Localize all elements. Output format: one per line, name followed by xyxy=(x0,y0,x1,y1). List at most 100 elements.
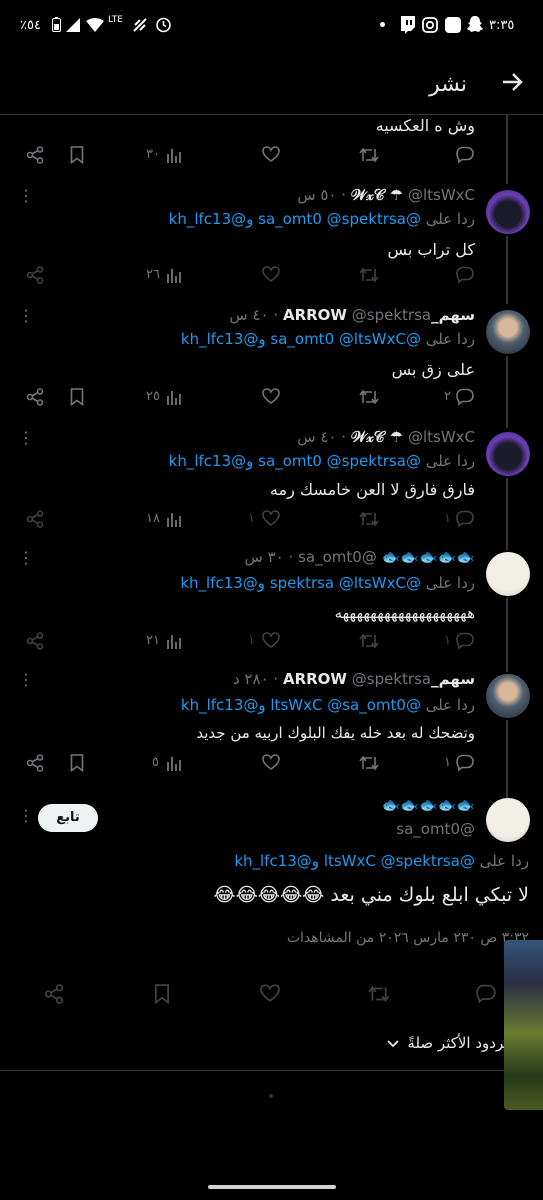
post-text: وش ه العكسيه xyxy=(375,116,475,135)
action-bar: ٢١ ١ ١ xyxy=(0,632,543,656)
avatar[interactable] xyxy=(486,798,530,842)
app-icon xyxy=(445,17,461,33)
reply-tweet[interactable]: ⋮ 𝒲𝓍𝒞 ☂ @ltsWxC · ٤٠ س ردا على @sa_omt0 … xyxy=(0,428,543,538)
like-count: ١ xyxy=(248,511,255,526)
like-icon[interactable] xyxy=(262,266,280,282)
reply-tweet[interactable]: ⋮ سهم_ARROW @spektrsa · ٤٠ س ردا على @sa… xyxy=(0,306,543,416)
action-bar: ٣٠ xyxy=(0,146,543,170)
mention-link[interactable]: @sa_omt0 @ltsWxC و@kh_lfc13 xyxy=(181,330,421,348)
instagram-icon xyxy=(422,17,438,33)
views-icon[interactable] xyxy=(166,146,182,164)
share-icon[interactable] xyxy=(26,632,44,650)
like-icon[interactable] xyxy=(262,146,280,162)
share-icon[interactable] xyxy=(26,266,44,284)
mention-link[interactable]: @sa_omt0 @spektrsa و@kh_lfc13 xyxy=(169,452,421,470)
more-options-icon[interactable]: ⋮ xyxy=(18,306,34,325)
like-icon[interactable] xyxy=(260,984,280,1002)
reply-icon[interactable] xyxy=(456,388,474,406)
views-icon[interactable] xyxy=(166,266,182,284)
display-name[interactable]: 𝒲𝓍𝒞 ☂ xyxy=(351,186,403,204)
share-icon[interactable] xyxy=(26,388,44,406)
more-options-icon[interactable]: ⋮ xyxy=(18,428,34,447)
handle[interactable]: @ltsWxC xyxy=(408,428,475,446)
picture-in-picture-video[interactable] xyxy=(504,940,543,1110)
reply-tweet[interactable]: ⋮ 🐟🐟🐟🐟🐟 @sa_omt0 · ٣٠ س ردا على @spektrs… xyxy=(0,548,543,658)
mention-link[interactable]: @ltsWxC @spektrsa و@kh_lfc13 xyxy=(234,852,475,870)
retweet-icon[interactable] xyxy=(368,984,390,1004)
retweet-icon[interactable] xyxy=(359,388,379,406)
header-divider xyxy=(0,114,543,115)
avatar[interactable] xyxy=(486,190,530,234)
reply-icon[interactable] xyxy=(456,146,474,164)
more-options-icon[interactable]: ⋮ xyxy=(18,670,34,689)
share-icon[interactable] xyxy=(26,754,44,772)
reply-icon[interactable] xyxy=(456,632,474,650)
avatar[interactable] xyxy=(486,674,530,718)
reply-icon[interactable] xyxy=(456,510,474,528)
retweet-icon[interactable] xyxy=(359,754,379,772)
author-line: 𝒲𝓍𝒞 ☂ @ltsWxC · ٤٠ س xyxy=(297,428,475,446)
display-name[interactable]: 🐟🐟🐟🐟🐟 xyxy=(382,548,475,566)
like-icon[interactable] xyxy=(262,388,280,404)
reply-prefix: ردا على xyxy=(425,574,475,592)
twitch-icon xyxy=(399,16,415,34)
avatar[interactable] xyxy=(486,432,530,476)
display-name[interactable]: 𝒲𝓍𝒞 ☂ xyxy=(351,428,403,446)
retweet-icon[interactable] xyxy=(359,266,379,284)
views-icon[interactable] xyxy=(166,632,182,650)
more-options-icon[interactable]: ⋮ xyxy=(18,186,34,205)
sort-replies-dropdown[interactable]: الردود الأكثر صلةً xyxy=(387,1034,513,1052)
handle[interactable]: @sa_omt0 xyxy=(396,820,475,838)
follow-button[interactable]: تابع xyxy=(38,804,98,832)
handle[interactable]: @spektrsa xyxy=(352,670,431,688)
retweet-icon[interactable] xyxy=(359,146,379,164)
mention-link[interactable]: @ltsWxC @sa_omt0 و@kh_lfc13 xyxy=(181,696,421,714)
bookmark-icon[interactable] xyxy=(154,984,170,1004)
views-icon[interactable] xyxy=(166,754,182,772)
mention-link[interactable]: @spektrsa @ltsWxC و@kh_lfc13 xyxy=(180,574,421,592)
reply-count: ١ xyxy=(444,755,451,770)
reply-icon[interactable] xyxy=(456,266,474,284)
battery-percent: ٪٥٤ xyxy=(20,18,41,33)
views-count: ٣٠ xyxy=(146,147,160,162)
views-count: ٢١ xyxy=(146,633,160,648)
more-options-icon[interactable]: ⋮ xyxy=(18,806,34,825)
retweet-icon[interactable] xyxy=(359,510,379,528)
focus-action-bar xyxy=(0,984,543,1008)
avatar[interactable] xyxy=(486,310,530,354)
bookmark-icon[interactable] xyxy=(70,146,84,164)
share-icon[interactable] xyxy=(44,984,64,1004)
reply-icon[interactable] xyxy=(456,754,474,772)
handle[interactable]: @ltsWxC xyxy=(408,186,475,204)
like-icon[interactable] xyxy=(262,510,280,526)
more-options-icon[interactable]: ⋮ xyxy=(18,548,34,567)
wifi-icon xyxy=(86,18,104,32)
action-bar: ١٨ ١ ١ xyxy=(0,510,543,534)
reply-icon[interactable] xyxy=(476,984,496,1004)
bookmark-icon[interactable] xyxy=(70,754,84,772)
share-icon[interactable] xyxy=(26,146,44,164)
action-bar: ٢٥ ٢ xyxy=(0,388,543,412)
handle[interactable]: @sa_omt0 xyxy=(298,548,377,566)
views-icon[interactable] xyxy=(166,510,182,528)
mention-link[interactable]: @sa_omt0 @spektrsa و@kh_lfc13 xyxy=(169,210,421,228)
share-icon[interactable] xyxy=(26,510,44,528)
retweet-icon[interactable] xyxy=(359,632,379,650)
avatar[interactable] xyxy=(486,552,530,596)
timestamp: ٤٠ س xyxy=(297,428,337,446)
back-arrow-icon[interactable] xyxy=(501,71,523,93)
home-indicator[interactable] xyxy=(208,1185,336,1189)
bookmark-icon[interactable] xyxy=(70,388,84,406)
reply-tweet[interactable]: ⋮ سهم_ARROW @spektrsa · ٢٨٠ د ردا على @l… xyxy=(0,670,543,780)
alarm-icon xyxy=(155,16,172,33)
like-icon[interactable] xyxy=(262,754,280,770)
post-timestamp: ٣:٣٢ ص ٢٣٠ مارس ٢٠٢٦ من المشاهدات xyxy=(286,930,529,946)
reply-tweet[interactable]: ⋮ 𝒲𝓍𝒞 ☂ @ltsWxC · ٥٠ س ردا على @sa_omt0 … xyxy=(0,186,543,296)
display-name[interactable]: 🐟🐟🐟🐟🐟 xyxy=(382,796,475,814)
views-count: ٥ xyxy=(152,755,159,770)
like-icon[interactable] xyxy=(262,632,280,648)
replying-to: ردا على @sa_omt0 @spektrsa و@kh_lfc13 xyxy=(169,452,475,470)
views-icon[interactable] xyxy=(166,388,182,406)
tweet-text: وتضحك له بعد خله يفك البلوك اربيه من جدي… xyxy=(196,724,475,742)
handle[interactable]: @spektrsa xyxy=(352,306,431,324)
